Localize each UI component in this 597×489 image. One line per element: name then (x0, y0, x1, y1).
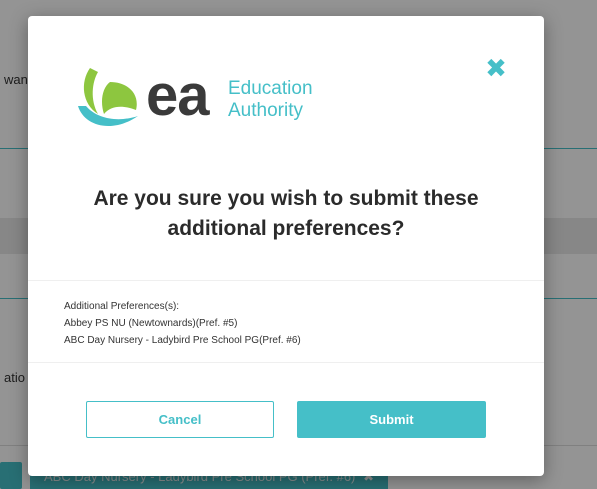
preference-item: Abbey PS NU (Newtownards)(Pref. #5) (64, 318, 238, 329)
divider (28, 362, 544, 363)
logo-line-1: Education (228, 78, 313, 99)
education-authority-logo: ea Education Authority (76, 60, 326, 150)
logo-subtitle: Education Authority (228, 78, 313, 122)
logo-mark-icon (78, 68, 138, 127)
logo-wordmark: ea (146, 63, 210, 128)
logo-line-2: Authority (228, 100, 303, 121)
preference-item: ABC Day Nursery - Ladybird Pre School PG… (64, 335, 301, 346)
cancel-button[interactable]: Cancel (86, 401, 274, 438)
preferences-details: Additional Preferences(s): Abbey PS NU (… (64, 298, 301, 349)
details-heading: Additional Preferences(s): (64, 301, 180, 312)
divider (28, 280, 544, 281)
dialog-title: Are you sure you wish to submit these ad… (93, 187, 479, 240)
submit-button[interactable]: Submit (297, 401, 486, 438)
close-icon[interactable]: ✖ (484, 55, 508, 81)
confirm-dialog: ea Education Authority ✖ Are you sure yo… (28, 16, 544, 476)
